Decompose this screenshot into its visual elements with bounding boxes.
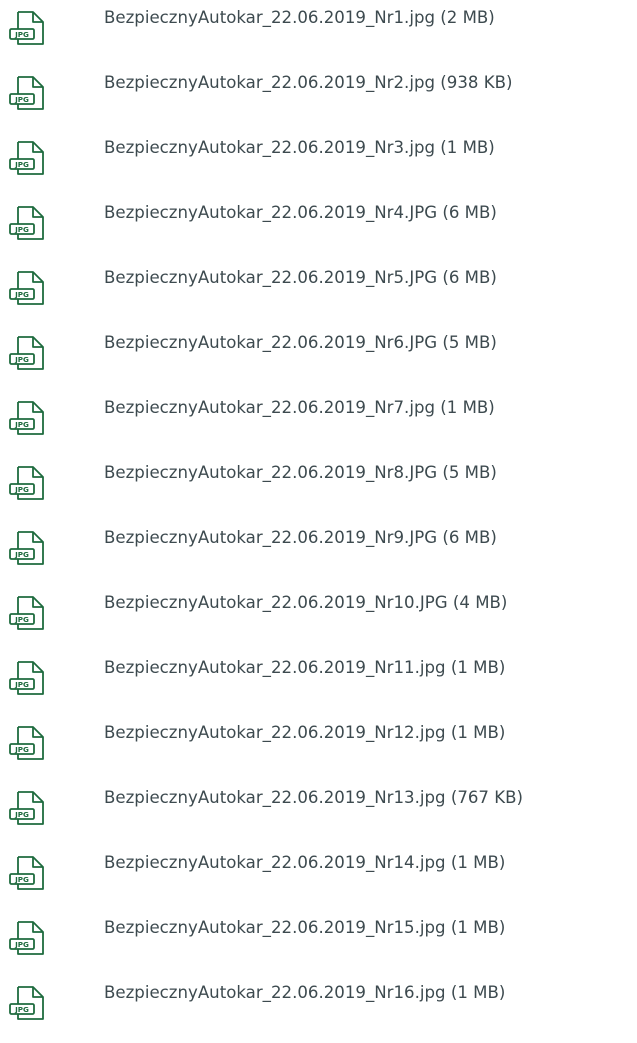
list-item: JPG BezpiecznyAutokar_22.06.2019_Nr2.jpg… (0, 65, 637, 130)
file-link[interactable]: BezpiecznyAutokar_22.06.2019_Nr6.JPG (5 … (104, 330, 497, 356)
jpg-file-icon[interactable]: JPG (6, 202, 48, 244)
jpg-file-icon[interactable]: JPG (6, 592, 48, 634)
svg-text:JPG: JPG (14, 225, 29, 234)
list-item: JPG BezpiecznyAutokar_22.06.2019_Nr3.jpg… (0, 130, 637, 195)
svg-text:JPG: JPG (14, 290, 29, 299)
file-link[interactable]: BezpiecznyAutokar_22.06.2019_Nr16.jpg (1… (104, 980, 505, 1006)
jpg-file-icon[interactable]: JPG (6, 852, 48, 894)
jpg-file-icon[interactable]: JPG (6, 982, 48, 1024)
jpg-file-icon[interactable]: JPG (6, 722, 48, 764)
svg-text:JPG: JPG (14, 940, 29, 949)
svg-text:JPG: JPG (14, 680, 29, 689)
file-link[interactable]: BezpiecznyAutokar_22.06.2019_Nr15.jpg (1… (104, 915, 505, 941)
list-item: JPG BezpiecznyAutokar_22.06.2019_Nr7.jpg… (0, 390, 637, 455)
list-item: JPG BezpiecznyAutokar_22.06.2019_Nr11.jp… (0, 650, 637, 715)
svg-text:JPG: JPG (14, 30, 29, 39)
file-link[interactable]: BezpiecznyAutokar_22.06.2019_Nr12.jpg (1… (104, 720, 505, 746)
list-item: JPG BezpiecznyAutokar_22.06.2019_Nr4.JPG… (0, 195, 637, 260)
svg-text:JPG: JPG (14, 95, 29, 104)
list-item: JPG BezpiecznyAutokar_22.06.2019_Nr14.jp… (0, 845, 637, 910)
jpg-file-icon[interactable]: JPG (6, 397, 48, 439)
list-item: JPG BezpiecznyAutokar_22.06.2019_Nr13.jp… (0, 780, 637, 845)
jpg-file-icon[interactable]: JPG (6, 7, 48, 49)
svg-text:JPG: JPG (14, 355, 29, 364)
svg-text:JPG: JPG (14, 875, 29, 884)
jpg-file-icon[interactable]: JPG (6, 527, 48, 569)
list-item: JPG BezpiecznyAutokar_22.06.2019_Nr15.jp… (0, 910, 637, 975)
file-link[interactable]: BezpiecznyAutokar_22.06.2019_Nr8.JPG (5 … (104, 460, 497, 486)
list-item: JPG BezpiecznyAutokar_22.06.2019_Nr1.jpg… (0, 0, 637, 65)
list-item: JPG BezpiecznyAutokar_22.06.2019_Nr10.JP… (0, 585, 637, 650)
file-link[interactable]: BezpiecznyAutokar_22.06.2019_Nr3.jpg (1 … (104, 135, 495, 161)
jpg-file-icon[interactable]: JPG (6, 267, 48, 309)
svg-text:JPG: JPG (14, 1005, 29, 1014)
svg-text:JPG: JPG (14, 160, 29, 169)
file-link[interactable]: BezpiecznyAutokar_22.06.2019_Nr13.jpg (7… (104, 785, 523, 811)
svg-text:JPG: JPG (14, 550, 29, 559)
jpg-file-icon[interactable]: JPG (6, 72, 48, 114)
list-item: JPG BezpiecznyAutokar_22.06.2019_Nr16.jp… (0, 975, 637, 1040)
jpg-file-icon[interactable]: JPG (6, 917, 48, 959)
svg-text:JPG: JPG (14, 745, 29, 754)
jpg-file-icon[interactable]: JPG (6, 462, 48, 504)
file-link[interactable]: BezpiecznyAutokar_22.06.2019_Nr2.jpg (93… (104, 70, 512, 96)
file-link[interactable]: BezpiecznyAutokar_22.06.2019_Nr1.jpg (2 … (104, 5, 495, 31)
jpg-file-icon[interactable]: JPG (6, 657, 48, 699)
svg-text:JPG: JPG (14, 615, 29, 624)
list-item: JPG BezpiecznyAutokar_22.06.2019_Nr9.JPG… (0, 520, 637, 585)
file-link[interactable]: BezpiecznyAutokar_22.06.2019_Nr5.JPG (6 … (104, 265, 497, 291)
jpg-file-icon[interactable]: JPG (6, 137, 48, 179)
jpg-file-icon[interactable]: JPG (6, 787, 48, 829)
svg-text:JPG: JPG (14, 485, 29, 494)
file-link[interactable]: BezpiecznyAutokar_22.06.2019_Nr14.jpg (1… (104, 850, 505, 876)
file-link[interactable]: BezpiecznyAutokar_22.06.2019_Nr7.jpg (1 … (104, 395, 495, 421)
file-link[interactable]: BezpiecznyAutokar_22.06.2019_Nr4.JPG (6 … (104, 200, 497, 226)
file-link[interactable]: BezpiecznyAutokar_22.06.2019_Nr9.JPG (6 … (104, 525, 497, 551)
svg-text:JPG: JPG (14, 420, 29, 429)
list-item: JPG BezpiecznyAutokar_22.06.2019_Nr5.JPG… (0, 260, 637, 325)
file-link[interactable]: BezpiecznyAutokar_22.06.2019_Nr11.jpg (1… (104, 655, 505, 681)
list-item: JPG BezpiecznyAutokar_22.06.2019_Nr12.jp… (0, 715, 637, 780)
svg-text:JPG: JPG (14, 810, 29, 819)
attachment-list: JPG BezpiecznyAutokar_22.06.2019_Nr1.jpg… (0, 0, 637, 1040)
file-link[interactable]: BezpiecznyAutokar_22.06.2019_Nr10.JPG (4… (104, 590, 507, 616)
list-item: JPG BezpiecznyAutokar_22.06.2019_Nr8.JPG… (0, 455, 637, 520)
list-item: JPG BezpiecznyAutokar_22.06.2019_Nr6.JPG… (0, 325, 637, 390)
jpg-file-icon[interactable]: JPG (6, 332, 48, 374)
